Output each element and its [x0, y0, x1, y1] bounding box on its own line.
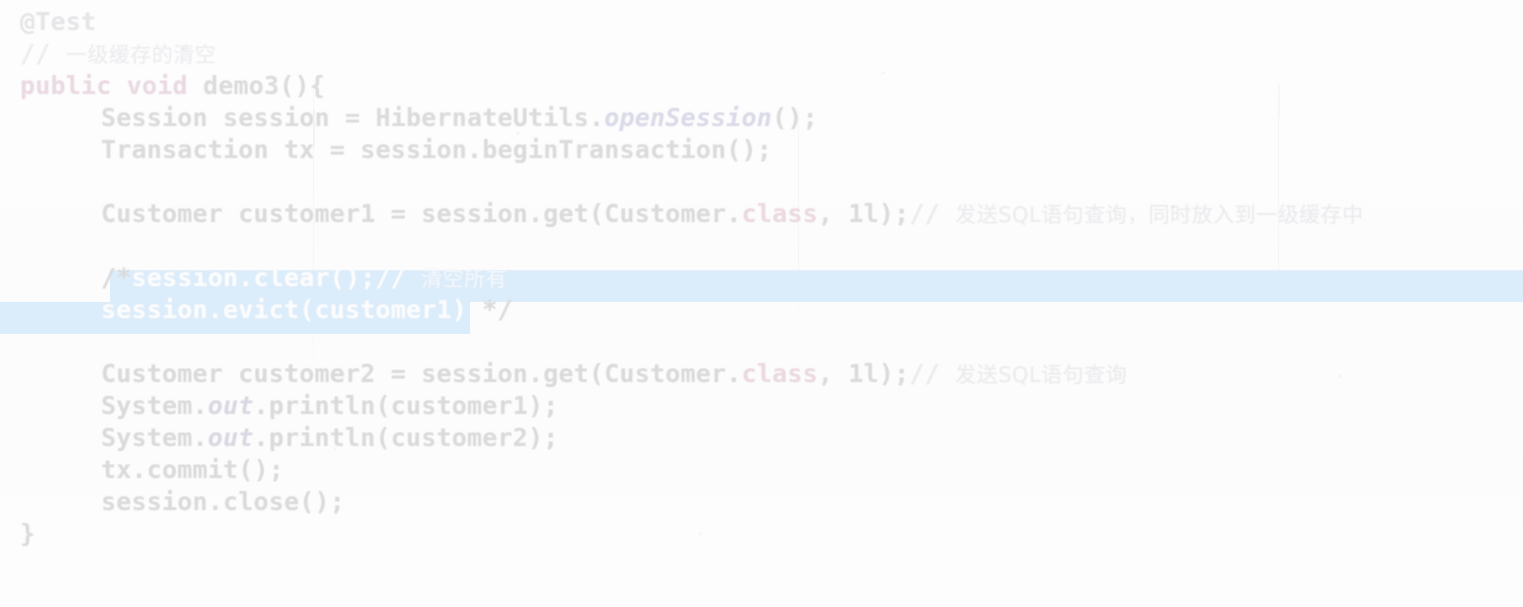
- code-token-kw2: class: [741, 359, 818, 388]
- code-token-plain: .println(customer1);: [253, 391, 559, 420]
- code-line[interactable]: public void demo3(){: [20, 70, 325, 102]
- code-token-plain: , 1l);: [817, 359, 910, 388]
- code-token-ital: openSession: [604, 103, 773, 132]
- code-editor-screenshot: @Test// 一级缓存的清空 public void demo3(){Sessi…: [0, 0, 1523, 607]
- code-token-plain: demo3(){: [187, 71, 326, 100]
- code-token-plain: /*: [101, 263, 132, 292]
- code-token-italk: out: [207, 391, 254, 420]
- code-line[interactable]: tx.commit();: [101, 454, 284, 486]
- code-token-cmt: //: [20, 39, 66, 68]
- code-line[interactable]: /*session.clear();// 清空所有: [101, 262, 507, 295]
- code-line[interactable]: }: [20, 518, 35, 550]
- code-line[interactable]: session.evict(customer1);*/: [101, 294, 513, 326]
- code-token-cmt: //: [909, 199, 956, 228]
- code-line[interactable]: session.close();: [101, 486, 345, 518]
- code-line[interactable]: Customer customer1 = session.get(Custome…: [101, 198, 1364, 231]
- code-token-plain: , 1l);: [817, 199, 910, 228]
- code-token-plain: tx.commit();: [101, 455, 285, 484]
- code-token-on-sel: session.evict(customer1);: [101, 295, 483, 324]
- text-caret: [313, 110, 315, 148]
- code-token-plain: ();: [772, 103, 818, 132]
- code-token-cmt-cn: 发送SQL语句查询: [955, 363, 1128, 387]
- code-token-plain: session.close();: [101, 487, 346, 516]
- code-line[interactable]: Session session = HibernateUtils.openSes…: [101, 102, 818, 134]
- code-token-plain: }: [20, 519, 36, 548]
- code-token-plain: System.: [101, 423, 208, 452]
- code-text-layer[interactable]: @Test// 一级缓存的清空 public void demo3(){Sessi…: [0, 0, 1523, 607]
- code-token-italk: out: [207, 423, 254, 452]
- code-token-plain: Session session = HibernateUtils.: [101, 103, 605, 132]
- code-line[interactable]: Customer customer2 = session.get(Custome…: [101, 358, 1127, 391]
- code-token-cmt-cn: 发送SQL语句查询，同时放入到一级缓存中: [955, 203, 1364, 227]
- code-token-anno: @Test: [20, 7, 97, 36]
- code-line[interactable]: // 一级缓存的清空: [20, 38, 216, 71]
- code-token-plain: */: [482, 295, 513, 324]
- code-line[interactable]: Transaction tx = session.beginTransactio…: [101, 134, 772, 166]
- code-line[interactable]: System.out.println(customer1);: [101, 390, 559, 422]
- code-token-plain: Transaction tx = session.beginTransactio…: [101, 135, 773, 164]
- code-line[interactable]: System.out.println(customer2);: [101, 422, 559, 454]
- text-caret-secondary: [1278, 84, 1280, 118]
- code-token-cmt: //: [909, 359, 956, 388]
- code-token-plain: .println(customer2);: [253, 423, 559, 452]
- code-token-plain: System.: [101, 391, 208, 420]
- code-token-on-sel-cn: 清空所有: [421, 267, 508, 291]
- code-line[interactable]: @Test: [20, 6, 96, 38]
- code-token-kw: void: [126, 71, 188, 100]
- code-token-kw2: class: [741, 199, 818, 228]
- code-token-plain: Customer customer1 = session.get(Custome…: [101, 199, 742, 228]
- code-token-on-sel: //: [375, 263, 422, 292]
- code-token-cmt-cn: 一级缓存的清空: [65, 43, 217, 67]
- code-token-kw: public: [20, 71, 112, 100]
- code-token-on-sel: session.clear();: [131, 263, 376, 292]
- code-token-plain: Customer customer2 = session.get(Custome…: [101, 359, 742, 388]
